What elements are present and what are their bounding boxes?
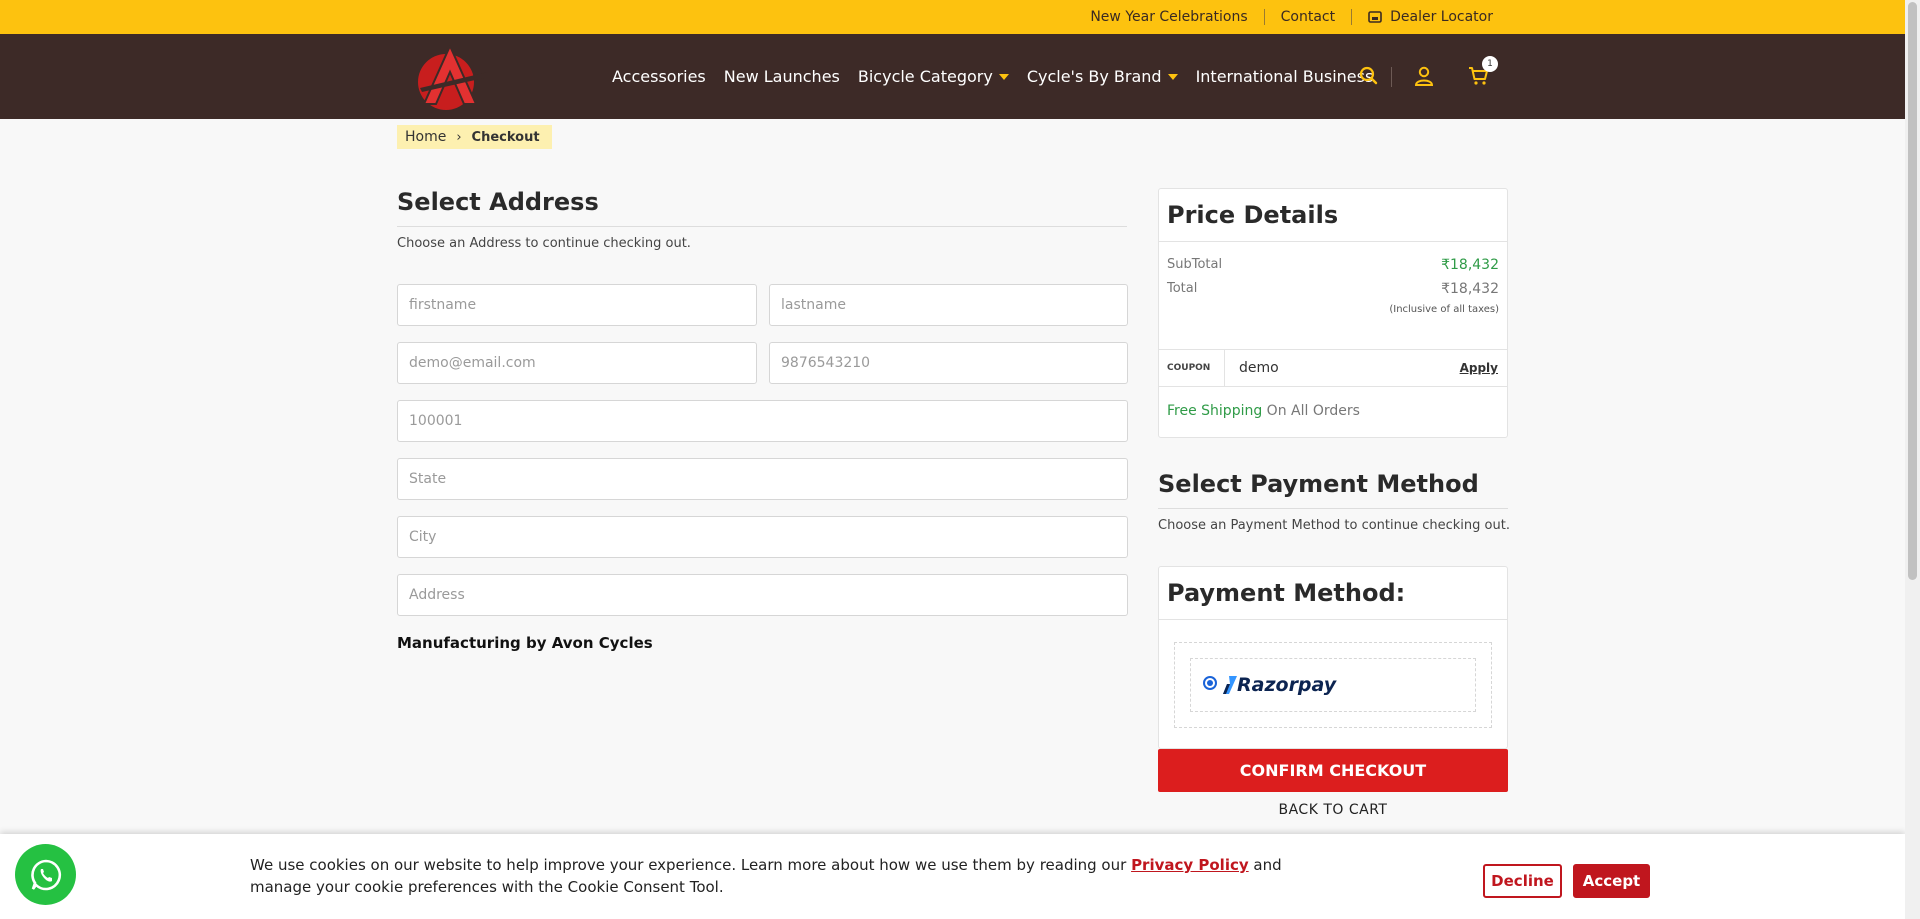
cart-count-badge: 1 bbox=[1482, 56, 1498, 72]
caret-down-icon bbox=[998, 73, 1009, 80]
nav-accessories[interactable]: Accessories bbox=[612, 67, 706, 86]
top-bar: New Year Celebrations Contact Dealer Loc… bbox=[0, 0, 1905, 34]
divider bbox=[1263, 9, 1265, 25]
nav-label: Accessories bbox=[612, 67, 706, 86]
divider bbox=[1391, 66, 1393, 87]
nav-label: Cycle's By Brand bbox=[1026, 67, 1162, 86]
chevron-right-icon: › bbox=[456, 129, 462, 145]
page-scrollbar[interactable] bbox=[1905, 0, 1920, 919]
confirm-checkout-button[interactable]: CONFIRM CHECKOUT bbox=[1158, 749, 1508, 792]
payment-method-card: Payment Method: Razorpay bbox=[1158, 566, 1508, 749]
top-links: New Year Celebrations Contact Dealer Loc… bbox=[1090, 0, 1493, 34]
select-payment-subtitle: Choose an Payment Method to continue che… bbox=[1158, 518, 1510, 533]
breadcrumb-current: Checkout bbox=[471, 129, 540, 145]
nav-label: Bicycle Category bbox=[857, 67, 993, 86]
address-field[interactable] bbox=[397, 574, 1128, 616]
user-icon[interactable] bbox=[1412, 64, 1436, 88]
subtotal-value: ₹18,432 bbox=[1441, 257, 1499, 273]
pincode-field[interactable] bbox=[397, 400, 1128, 442]
manufacturing-note: Manufacturing by Avon Cycles bbox=[397, 634, 653, 652]
nav-label: New Launches bbox=[723, 67, 840, 86]
privacy-policy-link[interactable]: Privacy Policy bbox=[1131, 856, 1249, 874]
back-to-cart-link[interactable]: BACK TO CART bbox=[1158, 802, 1508, 818]
radio-dot bbox=[1207, 680, 1213, 686]
top-link-contact[interactable]: Contact bbox=[1281, 9, 1335, 25]
whatsapp-icon bbox=[30, 859, 61, 890]
total-value: ₹18,432 bbox=[1441, 281, 1499, 297]
free-shipping-label: Free Shipping bbox=[1167, 403, 1263, 419]
razorpay-logo: Razorpay bbox=[1223, 674, 1336, 696]
nav-international-business[interactable]: International Business bbox=[1196, 67, 1374, 86]
divider bbox=[397, 226, 1127, 227]
total-label: Total bbox=[1167, 281, 1198, 296]
price-details-title: Price Details bbox=[1159, 189, 1507, 242]
city-field[interactable] bbox=[397, 516, 1128, 558]
coupon-label: COUPON bbox=[1159, 349, 1225, 387]
select-address-title: Select Address bbox=[397, 188, 599, 216]
store-icon bbox=[1368, 11, 1382, 23]
cookie-text: We use cookies on our website to help im… bbox=[250, 856, 1132, 874]
brand-logo[interactable] bbox=[410, 42, 490, 114]
shipping-rest-label: On All Orders bbox=[1262, 403, 1360, 419]
breadcrumb-home[interactable]: Home bbox=[405, 129, 446, 145]
top-link-new-year[interactable]: New Year Celebrations bbox=[1090, 9, 1247, 25]
main-navbar: Accessories New Launches Bicycle Categor… bbox=[0, 34, 1905, 119]
breadcrumb: Home › Checkout bbox=[397, 125, 552, 149]
email-field[interactable] bbox=[397, 342, 757, 384]
nav-bicycle-category[interactable]: Bicycle Category bbox=[858, 67, 1009, 86]
divider bbox=[1351, 9, 1353, 25]
nav-cycles-by-brand[interactable]: Cycle's By Brand bbox=[1027, 67, 1178, 86]
phone-field[interactable] bbox=[769, 342, 1128, 384]
nav-label: International Business bbox=[1195, 67, 1374, 86]
accept-button[interactable]: Accept bbox=[1573, 864, 1650, 898]
caret-down-icon bbox=[1167, 73, 1178, 80]
firstname-field[interactable] bbox=[397, 284, 757, 326]
top-link-dealer-locator[interactable]: Dealer Locator bbox=[1368, 9, 1493, 25]
subtotal-label: SubTotal bbox=[1167, 257, 1223, 272]
razorpay-mark-icon bbox=[1223, 676, 1237, 694]
radio-button[interactable] bbox=[1203, 676, 1217, 690]
shipping-note: Free Shipping On All Orders bbox=[1167, 403, 1360, 419]
coupon-input[interactable] bbox=[1225, 350, 1460, 386]
scrollbar-thumb[interactable] bbox=[1908, 2, 1917, 580]
select-address-subtitle: Choose an Address to continue checking o… bbox=[397, 236, 691, 251]
razorpay-label: Razorpay bbox=[1237, 674, 1337, 696]
payment-option-razorpay[interactable]: Razorpay bbox=[1190, 658, 1476, 712]
apply-coupon-button[interactable]: Apply bbox=[1460, 361, 1508, 375]
price-details-card: Price Details SubTotal ₹18,432 Total ₹18… bbox=[1158, 188, 1508, 438]
search-icon[interactable] bbox=[1357, 64, 1381, 88]
whatsapp-button[interactable] bbox=[15, 844, 76, 905]
dealer-locator-label: Dealer Locator bbox=[1390, 9, 1493, 25]
coupon-row: COUPON Apply bbox=[1159, 349, 1508, 387]
tax-note: (Inclusive of all taxes) bbox=[1389, 304, 1499, 315]
decline-button[interactable]: Decline bbox=[1483, 864, 1562, 898]
cookie-message: We use cookies on our website to help im… bbox=[250, 854, 1330, 898]
nav-new-launches[interactable]: New Launches bbox=[724, 67, 840, 86]
lastname-field[interactable] bbox=[769, 284, 1128, 326]
state-field[interactable] bbox=[397, 458, 1128, 500]
nav-menu: Accessories New Launches Bicycle Categor… bbox=[612, 34, 1404, 119]
payment-method-title: Payment Method: bbox=[1159, 567, 1507, 620]
divider bbox=[1158, 508, 1508, 509]
payment-options: Razorpay bbox=[1174, 642, 1492, 728]
select-payment-title: Select Payment Method bbox=[1158, 470, 1479, 498]
